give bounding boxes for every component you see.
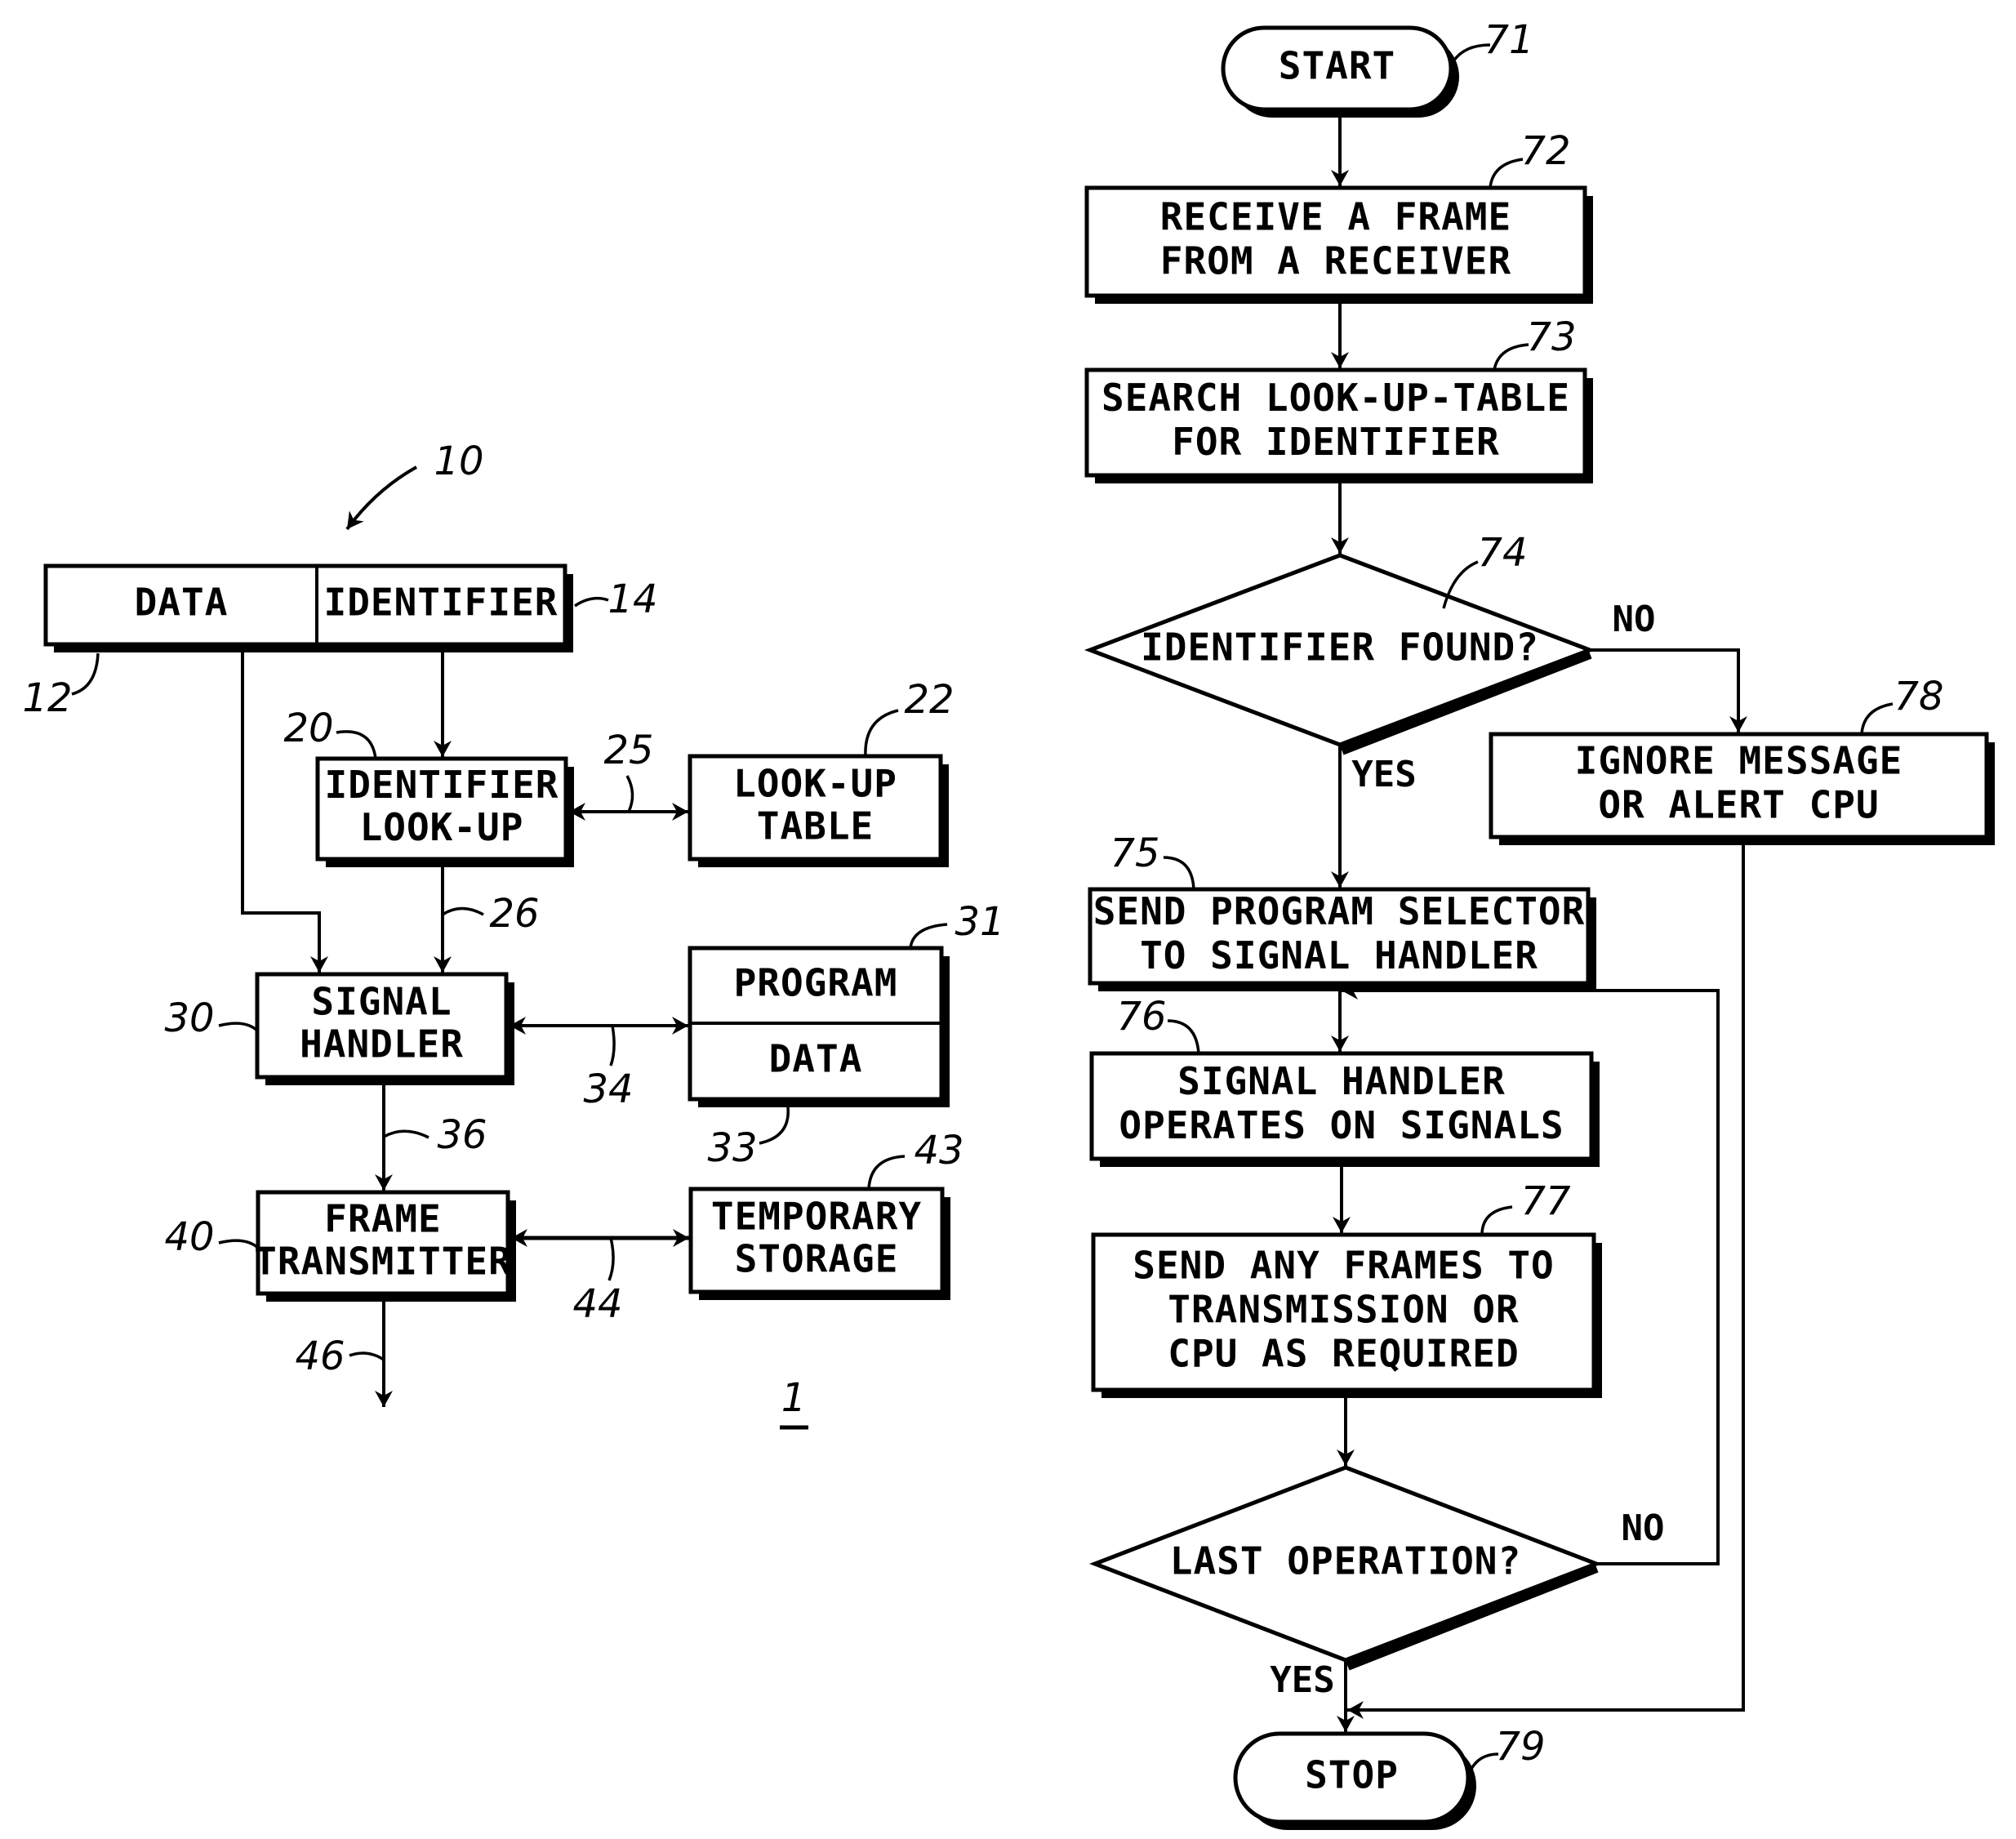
process-send-program-selector-label-line: SEND PROGRAM SELECTOR <box>1093 889 1586 933</box>
process-send-frames-label-line: TRANSMISSION OR <box>1168 1288 1519 1332</box>
leader-33 <box>759 1107 790 1145</box>
block-frame-transmitter-label-line: TRANSMITTER <box>254 1240 512 1284</box>
program-section-label: PROGRAM <box>734 961 898 1005</box>
ref-number-44: 44 <box>572 1281 622 1327</box>
leader-78 <box>1860 702 1894 735</box>
leader-20 <box>336 730 377 759</box>
leader-31 <box>909 923 948 949</box>
ref-number-75: 75 <box>1110 830 1159 876</box>
ref-number-30: 30 <box>164 995 214 1041</box>
leader-79 <box>1468 1752 1499 1773</box>
edge-label-no-last: NO <box>1622 1507 1665 1549</box>
ref-number-31: 31 <box>955 899 1004 945</box>
process-search-table-label-line: FOR IDENTIFIER <box>1172 420 1500 464</box>
ref-number-74: 74 <box>1477 530 1527 576</box>
decision-last-operation-label-line: LAST OPERATION? <box>1170 1539 1521 1583</box>
process-search-table-label-line: SEARCH LOOK-UP-TABLE <box>1101 376 1570 420</box>
process-handler-operates-label-line: SIGNAL HANDLER <box>1177 1059 1506 1103</box>
leader-75 <box>1163 856 1195 890</box>
process-send-frames-label-line: SEND ANY FRAMES TO <box>1133 1244 1555 1288</box>
leader-26 <box>442 906 484 916</box>
decision-identifier-found-label-line: IDENTIFIER FOUND? <box>1141 626 1539 670</box>
block-identifier-lookup-label-line: IDENTIFIER <box>325 763 559 807</box>
leader-40 <box>218 1239 260 1249</box>
ref-number-10: 10 <box>434 439 483 484</box>
ref-number-25: 25 <box>603 728 653 773</box>
block-lookup-table-label-line: LOOK-UP <box>733 762 897 806</box>
ref-number-76: 76 <box>1116 994 1166 1040</box>
edge-label-no-found: NO <box>1613 599 1656 640</box>
leader-72 <box>1489 158 1524 189</box>
ref-number-20: 20 <box>283 706 333 751</box>
patent-figure: 10DATA IDENTIFIER 1412IDENTIFIERLOOK-UPLOO… <box>22 17 1995 1830</box>
leader-77 <box>1480 1205 1513 1236</box>
ref-number-12: 12 <box>22 675 72 721</box>
block-signal-handler-label-line: SIGNAL <box>311 980 452 1024</box>
leader-14 <box>574 596 609 608</box>
leader-34 <box>609 1025 616 1066</box>
process-ignore-message-label-line: IGNORE MESSAGE <box>1575 739 1903 783</box>
figure-label: 1 <box>781 1375 807 1421</box>
leader-22 <box>864 709 899 757</box>
ref-number-43: 43 <box>914 1128 963 1173</box>
leader-36 <box>383 1129 429 1139</box>
leader-44 <box>607 1237 615 1281</box>
frame-data-field-label: DATA <box>135 581 229 625</box>
ref-number-36: 36 <box>437 1112 487 1158</box>
process-receive-frame-label-line: FROM A RECEIVER <box>1160 239 1511 283</box>
leader-25 <box>625 775 634 813</box>
ref-number-71: 71 <box>1484 17 1533 63</box>
edge-found-no <box>1590 648 1747 732</box>
process-receive-frame-label-line: RECEIVE A FRAME <box>1160 195 1511 239</box>
ref-number-33: 33 <box>707 1125 757 1171</box>
leader-76 <box>1167 1019 1200 1054</box>
process-send-program-selector-label-line: TO SIGNAL HANDLER <box>1140 933 1538 977</box>
ref-number-73: 73 <box>1526 314 1576 360</box>
ref-number-77: 77 <box>1520 1178 1571 1224</box>
block-frame-transmitter-label-line: FRAME <box>324 1197 441 1241</box>
frame-identifier-field-label: IDENTIFIER <box>324 581 559 625</box>
leader-30 <box>218 1022 259 1032</box>
block-temporary-storage-label-line: TEMPORARY <box>711 1195 922 1239</box>
ref-number-79: 79 <box>1495 1724 1545 1770</box>
ref-number-72: 72 <box>1520 128 1570 174</box>
block-temporary-storage-label-line: STORAGE <box>735 1237 899 1281</box>
arrow-data-to-handler <box>241 644 328 973</box>
leader-46 <box>349 1351 385 1361</box>
process-ignore-message-label-line: OR ALERT CPU <box>1598 783 1879 827</box>
leader-43 <box>867 1155 906 1190</box>
ref-number-22: 22 <box>904 677 954 723</box>
ref-number-46: 46 <box>295 1334 345 1379</box>
edge-label-yes-found: YES <box>1351 754 1416 795</box>
block-identifier-lookup-label-line: LOOK-UP <box>360 805 524 849</box>
ref-number-34: 34 <box>583 1066 633 1112</box>
block-signal-handler-label-line: HANDLER <box>300 1022 464 1066</box>
process-handler-operates-label-line: OPERATES ON SIGNALS <box>1119 1103 1564 1147</box>
block-lookup-table-label-line: TABLE <box>757 804 874 848</box>
data-section-label: DATA <box>769 1037 863 1081</box>
edge-label-yes-last: YES <box>1270 1659 1334 1701</box>
leader-73 <box>1493 343 1529 371</box>
ref-number-78: 78 <box>1894 674 1943 719</box>
terminal-start-label-line: START <box>1279 44 1395 88</box>
ref-number-14: 14 <box>607 577 657 622</box>
ref-number-40: 40 <box>164 1214 214 1260</box>
process-send-frames-label-line: CPU AS REQUIRED <box>1168 1332 1519 1376</box>
terminal-stop-label-line: STOP <box>1305 1753 1399 1797</box>
leader-12 <box>71 652 100 696</box>
pointer-arrow-10 <box>345 465 417 531</box>
ref-number-26: 26 <box>489 891 539 937</box>
